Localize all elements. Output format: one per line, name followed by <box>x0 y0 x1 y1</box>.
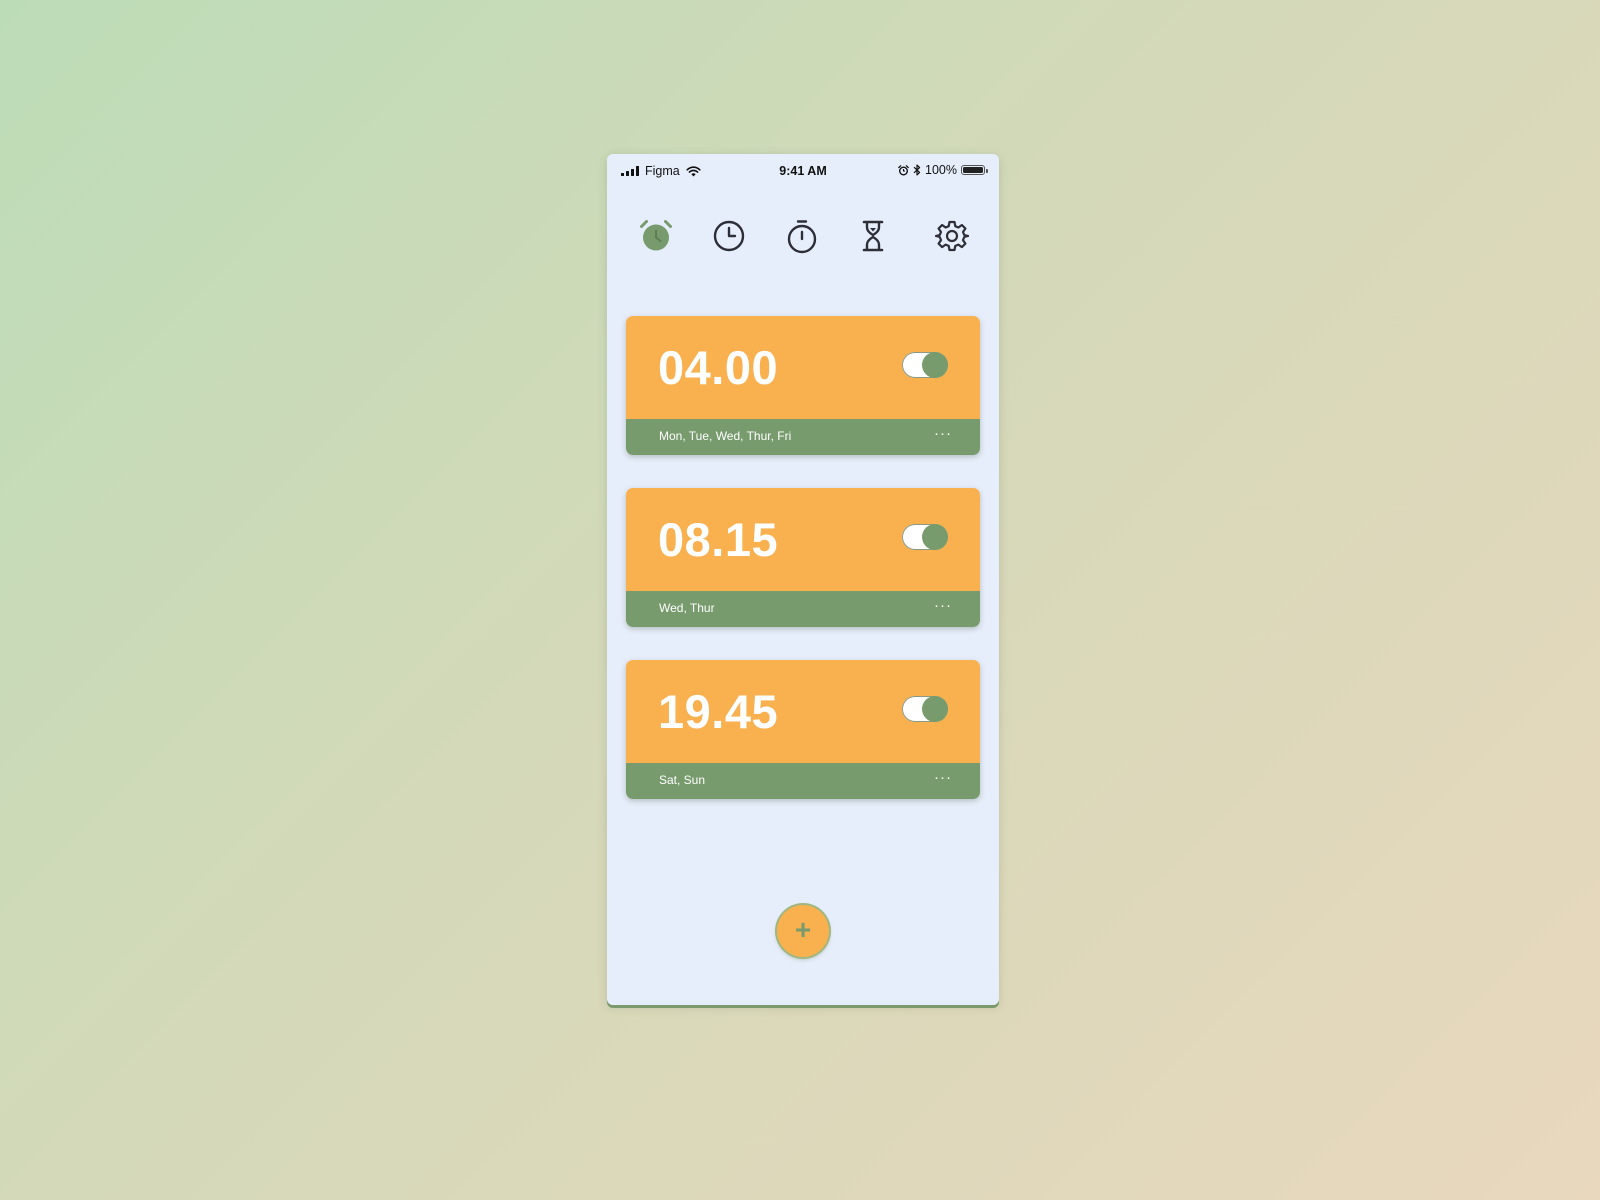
nav-item-timer[interactable] <box>851 214 895 258</box>
battery-icon <box>961 165 988 175</box>
alarm-card-header: 08.15 <box>626 488 980 591</box>
more-options-button[interactable]: ··· <box>934 424 952 444</box>
nav-item-clock[interactable] <box>707 214 751 258</box>
alarm-card-footer: Mon, Tue, Wed, Thur, Fri ··· <box>626 419 980 455</box>
alarm-toggle[interactable] <box>902 696 948 722</box>
alarm-status-icon <box>898 164 909 175</box>
alarm-card-footer: Sat, Sun ··· <box>626 763 980 799</box>
stopwatch-icon <box>787 220 817 254</box>
toggle-knob <box>922 352 948 378</box>
bluetooth-icon <box>913 164 921 176</box>
gear-icon <box>935 220 969 252</box>
phone-screen: Figma 9:41 AM 100% 04.00 Mon, Tue, Wed, … <box>607 154 999 1005</box>
nav-item-settings[interactable] <box>930 214 974 258</box>
clock-icon <box>713 220 745 252</box>
battery-percent: 100% <box>925 163 957 177</box>
alarm-card[interactable]: 08.15 Wed, Thur ··· <box>626 488 980 627</box>
nav-item-stopwatch[interactable] <box>780 214 824 258</box>
add-alarm-button[interactable]: + <box>777 905 829 957</box>
alarm-icon <box>640 220 672 251</box>
alarm-time: 19.45 <box>658 685 779 738</box>
more-options-button[interactable]: ··· <box>934 596 952 616</box>
alarm-time: 04.00 <box>658 341 779 394</box>
alarm-days: Sat, Sun <box>659 773 706 787</box>
top-nav <box>607 214 999 264</box>
alarm-toggle[interactable] <box>902 524 948 550</box>
toggle-knob <box>922 524 948 550</box>
status-bar: Figma 9:41 AM 100% <box>607 154 999 188</box>
status-right: 100% <box>898 163 988 177</box>
alarm-time: 08.15 <box>658 513 779 566</box>
alarm-card-footer: Wed, Thur ··· <box>626 591 980 627</box>
plus-icon: + <box>794 914 812 945</box>
alarm-toggle[interactable] <box>902 352 948 378</box>
alarm-days: Mon, Tue, Wed, Thur, Fri <box>659 429 792 443</box>
alarm-card-header: 04.00 <box>626 316 980 419</box>
alarm-days: Wed, Thur <box>659 601 715 615</box>
more-options-button[interactable]: ··· <box>934 768 952 788</box>
toggle-knob <box>922 696 948 722</box>
nav-item-alarm[interactable] <box>634 214 678 258</box>
hourglass-icon <box>862 220 884 252</box>
alarm-card[interactable]: 19.45 Sat, Sun ··· <box>626 660 980 799</box>
alarm-card[interactable]: 04.00 Mon, Tue, Wed, Thur, Fri ··· <box>626 316 980 455</box>
alarm-card-header: 19.45 <box>626 660 980 763</box>
